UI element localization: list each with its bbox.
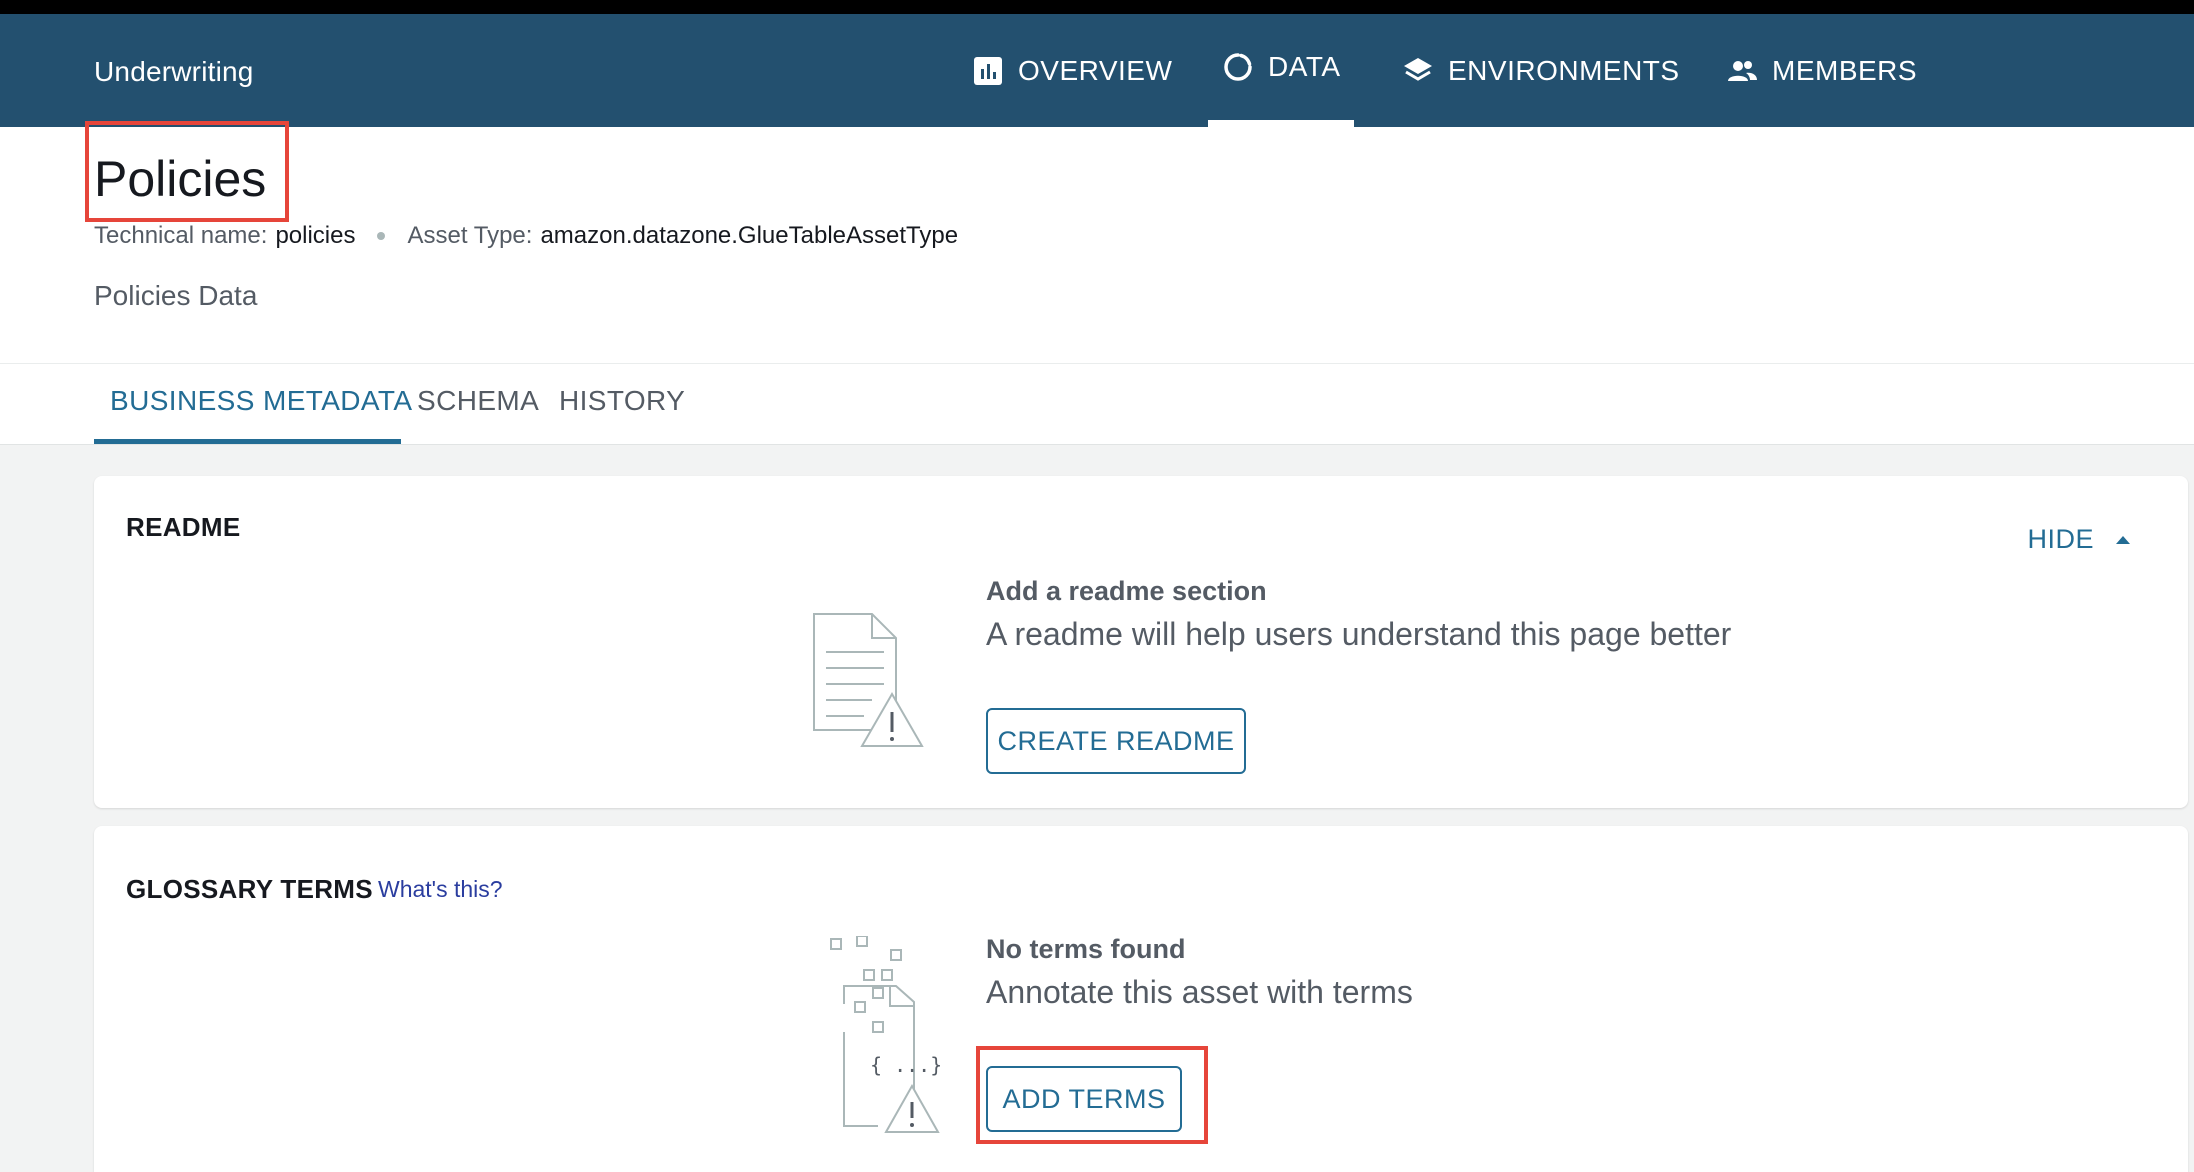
- people-icon: [1728, 60, 1757, 81]
- glossary-empty-heading: No terms found: [986, 934, 1186, 964]
- separator-dot: [377, 232, 386, 240]
- asset-type-value: amazon.datazone.GlueTableAssetType: [540, 222, 959, 249]
- asset-meta-line: Technical name: policies Asset Type: ama…: [94, 222, 958, 250]
- title-highlight-box: [85, 121, 289, 222]
- nav-environments[interactable]: ENVIRONMENTS: [1402, 14, 1680, 127]
- tab-history[interactable]: HISTORY: [559, 385, 685, 417]
- svg-text:{ ...}: { ...}: [870, 1053, 940, 1077]
- glossary-title: GLOSSARY TERMS: [126, 874, 373, 904]
- glossary-empty-subtext: Annotate this asset with terms: [986, 974, 1413, 1010]
- nav-members[interactable]: MEMBERS: [1726, 14, 1917, 127]
- layers-icon: [1404, 57, 1432, 81]
- asset-description: Policies Data: [94, 280, 258, 311]
- create-readme-button[interactable]: CREATE README: [986, 708, 1246, 774]
- caret-up-icon: [2116, 535, 2130, 544]
- readme-empty-heading: Add a readme section: [986, 576, 1267, 606]
- whats-this-link[interactable]: What's this?: [378, 876, 503, 903]
- hide-button[interactable]: HIDE: [2027, 524, 2130, 555]
- nav-overview-label: OVERVIEW: [1018, 54, 1173, 86]
- nav-data-label: DATA: [1268, 50, 1341, 82]
- glossary-empty-icon: { ...}: [830, 936, 940, 1133]
- nav-data[interactable]: DATA: [1222, 10, 1341, 123]
- readme-card: README HIDE Add a readme section A readm…: [94, 476, 2188, 808]
- hide-label: HIDE: [2027, 524, 2094, 554]
- tab-business-metadata[interactable]: BUSINESS METADATA: [110, 385, 412, 417]
- window-top-bar: [0, 0, 2194, 14]
- circle-refresh-icon: [1224, 52, 1252, 81]
- nav-overview[interactable]: OVERVIEW: [972, 14, 1172, 127]
- nav-environments-label: ENVIRONMENTS: [1448, 54, 1680, 86]
- project-name[interactable]: Underwriting: [94, 56, 254, 88]
- nav-members-label: MEMBERS: [1772, 54, 1918, 86]
- document-warning-icon: [813, 613, 924, 747]
- technical-name-label: Technical name:: [94, 222, 268, 249]
- glossary-terms-card: GLOSSARY TERMS What's this? { ...} No te…: [94, 826, 2188, 1172]
- tab-schema[interactable]: SCHEMA: [417, 385, 539, 417]
- readme-empty-subtext: A readme will help users understand this…: [986, 616, 1732, 652]
- technical-name-value: policies: [275, 222, 356, 249]
- add-terms-button[interactable]: ADD TERMS: [986, 1066, 1182, 1132]
- active-tab-indicator: [94, 439, 401, 444]
- readme-title: README: [126, 512, 241, 542]
- bar-chart-icon: [974, 56, 1002, 85]
- nav-active-indicator: [1208, 120, 1354, 127]
- asset-type-label: Asset Type:: [407, 222, 533, 249]
